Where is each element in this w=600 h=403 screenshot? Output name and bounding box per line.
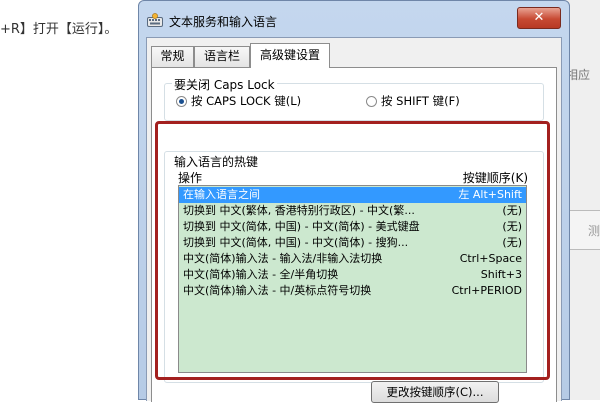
radio-caps-lock-label: 按 CAPS LOCK 键(L): [191, 94, 302, 108]
dialog-title: 文本服务和输入语言: [169, 15, 278, 29]
radio-caps-lock-key[interactable]: 按 CAPS LOCK 键(L): [176, 93, 301, 109]
tab-general[interactable]: 常规: [151, 46, 194, 67]
radio-shift-key[interactable]: 按 SHIFT 键(F): [366, 93, 460, 109]
background-right-button-label: 测: [588, 224, 600, 238]
radio-unchecked-icon: [366, 95, 377, 107]
caps-lock-group-title: 要关闭 Caps Lock: [172, 76, 277, 93]
background-instruction-text: +R】打开【运行】。: [0, 22, 118, 37]
red-highlight-box: [155, 121, 550, 380]
radio-checked-icon: [176, 95, 187, 107]
radio-shift-label: 按 SHIFT 键(F): [381, 94, 460, 108]
dialog-titlebar[interactable]: 文本服务和输入语言 ✕: [139, 1, 569, 37]
close-button[interactable]: ✕: [517, 7, 561, 29]
tab-language-bar[interactable]: 语言栏: [194, 46, 250, 67]
keyboard-globe-icon: [147, 13, 163, 27]
tab-advanced-key-settings[interactable]: 高级键设置: [250, 43, 330, 68]
